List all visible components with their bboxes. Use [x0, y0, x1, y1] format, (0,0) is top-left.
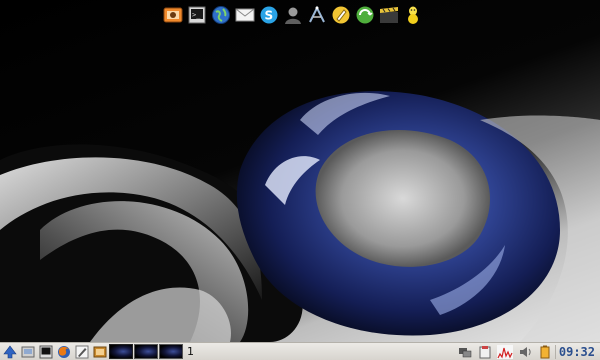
user-account-icon[interactable] — [282, 4, 304, 26]
clipboard-icon[interactable] — [477, 344, 493, 360]
clock[interactable]: 09:32 — [554, 344, 598, 359]
application-dock: >_ S — [162, 4, 424, 28]
svg-text:>_: >_ — [192, 11, 201, 19]
terminal-launcher-icon[interactable] — [38, 344, 54, 360]
svg-text:S: S — [265, 9, 274, 23]
mail-icon[interactable] — [234, 4, 256, 26]
graphics-editor-icon[interactable] — [306, 4, 328, 26]
desktop-wallpaper — [0, 0, 600, 342]
skype-icon[interactable]: S — [258, 4, 280, 26]
network-icon[interactable] — [457, 344, 473, 360]
show-desktop-icon[interactable] — [92, 344, 108, 360]
video-clapper-icon[interactable] — [378, 4, 400, 26]
menu-arrow-icon[interactable] — [2, 344, 18, 360]
terminal-icon[interactable]: >_ — [186, 4, 208, 26]
pencil-editor-icon[interactable] — [330, 4, 352, 26]
cpu-monitor-icon[interactable] — [496, 344, 513, 360]
battery-icon[interactable] — [537, 344, 553, 360]
file-manager-icon[interactable] — [20, 344, 36, 360]
workspace-2-thumbnail[interactable] — [134, 344, 158, 359]
bottom-panel: 1 09:32 — [0, 342, 600, 360]
update-manager-icon[interactable] — [354, 4, 376, 26]
firefox-icon[interactable] — [56, 344, 72, 360]
workspace-3-thumbnail[interactable] — [159, 344, 183, 359]
workspace-1-thumbnail[interactable] — [109, 344, 133, 359]
web-browser-icon[interactable] — [210, 4, 232, 26]
system-tray: 09:32 — [455, 343, 598, 360]
chat-messenger-icon[interactable] — [402, 4, 424, 26]
photo-viewer-icon[interactable] — [162, 4, 184, 26]
workspace-number: 1 — [187, 345, 194, 358]
volume-icon[interactable] — [517, 344, 533, 360]
editor-launcher-icon[interactable] — [74, 344, 90, 360]
